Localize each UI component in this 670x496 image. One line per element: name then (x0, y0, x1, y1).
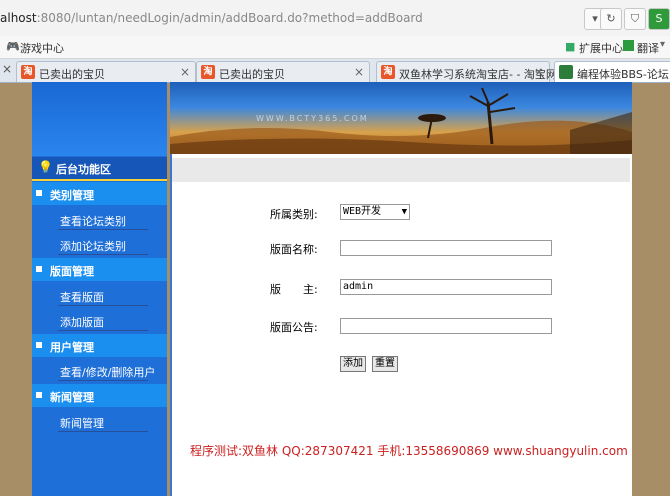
section-title: 类别管理 (50, 189, 94, 202)
divider (58, 254, 148, 255)
gamepad-icon: 🎮 (6, 40, 20, 53)
taobao-icon: 淘 (21, 65, 35, 79)
footer-credit: 程序测试:双鱼林 QQ:287307421 手机:13558690869 www… (190, 444, 628, 458)
puzzle-icon: ■ (565, 40, 576, 53)
section-title: 新闻管理 (50, 391, 94, 404)
chevron-down-icon[interactable]: ▾ (660, 39, 665, 50)
section-news-management[interactable]: 新闻管理 (32, 384, 167, 407)
content-header-bar (172, 158, 630, 182)
header-banner: WWW.BCTY365.COM (170, 82, 632, 154)
category-selected-value: WEB开发 (343, 206, 382, 217)
sidebar-header-graphic (32, 82, 167, 156)
page-icon (559, 65, 573, 79)
translate-link[interactable]: 翻译 (637, 40, 659, 56)
tab-sold-items-2[interactable]: 淘 已卖出的宝贝 × (196, 61, 370, 82)
moderator-label: 版 主: (270, 283, 318, 296)
bookmarks-bar: 🎮 游戏中心 ■ 扩展中心 翻译 ▾ (0, 36, 670, 59)
divider (58, 330, 148, 331)
lightbulb-icon: 💡 (38, 160, 53, 174)
tab-title: 已卖出的宝贝 (39, 68, 105, 81)
tab-bbs-admin[interactable]: 编程体验BBS-论坛 后台 (554, 61, 670, 82)
notice-label: 版面公告: (270, 321, 318, 334)
sidebar-item-add-board[interactable]: 添加版面 (60, 314, 104, 330)
moderator-input[interactable]: admin (340, 279, 552, 295)
tab-taobao-store[interactable]: 淘 双鱼林学习系统淘宝店- - 淘宝网 × (376, 61, 557, 82)
divider (58, 305, 148, 306)
taobao-icon: 淘 (201, 65, 215, 79)
reset-button[interactable]: 重置 (372, 356, 398, 372)
section-category-management[interactable]: 类别管理 (32, 182, 167, 205)
close-icon[interactable]: × (180, 65, 190, 79)
sidebar-item-view-categories[interactable]: 查看论坛类别 (60, 213, 126, 229)
shield-icon[interactable]: ⛉ (624, 8, 646, 30)
sidebar-item-manage-users[interactable]: 查看/修改/删除用户 (60, 364, 155, 380)
category-select[interactable]: WEB开发 ▼ (340, 204, 410, 220)
section-title: 版面管理 (50, 265, 94, 278)
banner-watermark: WWW.BCTY365.COM (256, 114, 369, 123)
sidebar-item-add-category[interactable]: 添加论坛类别 (60, 238, 126, 254)
tab-title: 编程体验BBS-论坛 后台 (577, 68, 670, 81)
tab-bar: × 淘 已卖出的宝贝 × 淘 已卖出的宝贝 × 淘 双鱼林学习系统淘宝店- - … (0, 59, 670, 83)
bullet-icon (36, 190, 42, 196)
section-board-management[interactable]: 版面管理 (32, 258, 167, 281)
refresh-icon[interactable]: ↻ (600, 8, 622, 30)
board-name-label: 版面名称: (270, 243, 318, 256)
sidebar-heading: 💡 后台功能区 (32, 157, 167, 181)
board-name-input[interactable] (340, 240, 552, 256)
close-icon[interactable]: × (534, 65, 544, 79)
taobao-icon: 淘 (381, 65, 395, 79)
close-icon[interactable]: × (354, 65, 364, 79)
sidebar-item-news[interactable]: 新闻管理 (60, 415, 104, 431)
chevron-down-icon: ▼ (401, 207, 407, 217)
section-title: 用户管理 (50, 341, 94, 354)
address-bar[interactable]: alhost:8080/luntan/needLogin/admin/addBo… (0, 0, 670, 37)
bullet-icon (36, 342, 42, 348)
tab-sold-items-1[interactable]: 淘 已卖出的宝贝 × (16, 61, 196, 82)
bullet-icon (36, 392, 42, 398)
extension-icon[interactable]: S (648, 8, 670, 30)
divider (58, 431, 148, 432)
section-user-management[interactable]: 用户管理 (32, 334, 167, 357)
tab-title: 已卖出的宝贝 (219, 68, 285, 81)
extension-center-link[interactable]: 扩展中心 (579, 40, 623, 56)
sidebar-item-view-boards[interactable]: 查看版面 (60, 289, 104, 305)
divider (58, 229, 148, 230)
bookmark-games[interactable]: 游戏中心 (20, 40, 64, 56)
tab-close-icon[interactable]: × (2, 62, 12, 76)
landscape-image (170, 87, 632, 154)
divider (58, 380, 148, 381)
category-label: 所属类别: (270, 208, 318, 221)
notice-input[interactable] (340, 318, 552, 334)
bullet-icon (36, 266, 42, 272)
url-text[interactable]: alhost:8080/luntan/needLogin/admin/addBo… (0, 11, 423, 25)
sidebar-heading-text: 后台功能区 (56, 163, 111, 176)
translate-icon (623, 40, 634, 51)
add-button[interactable]: 添加 (340, 356, 366, 372)
